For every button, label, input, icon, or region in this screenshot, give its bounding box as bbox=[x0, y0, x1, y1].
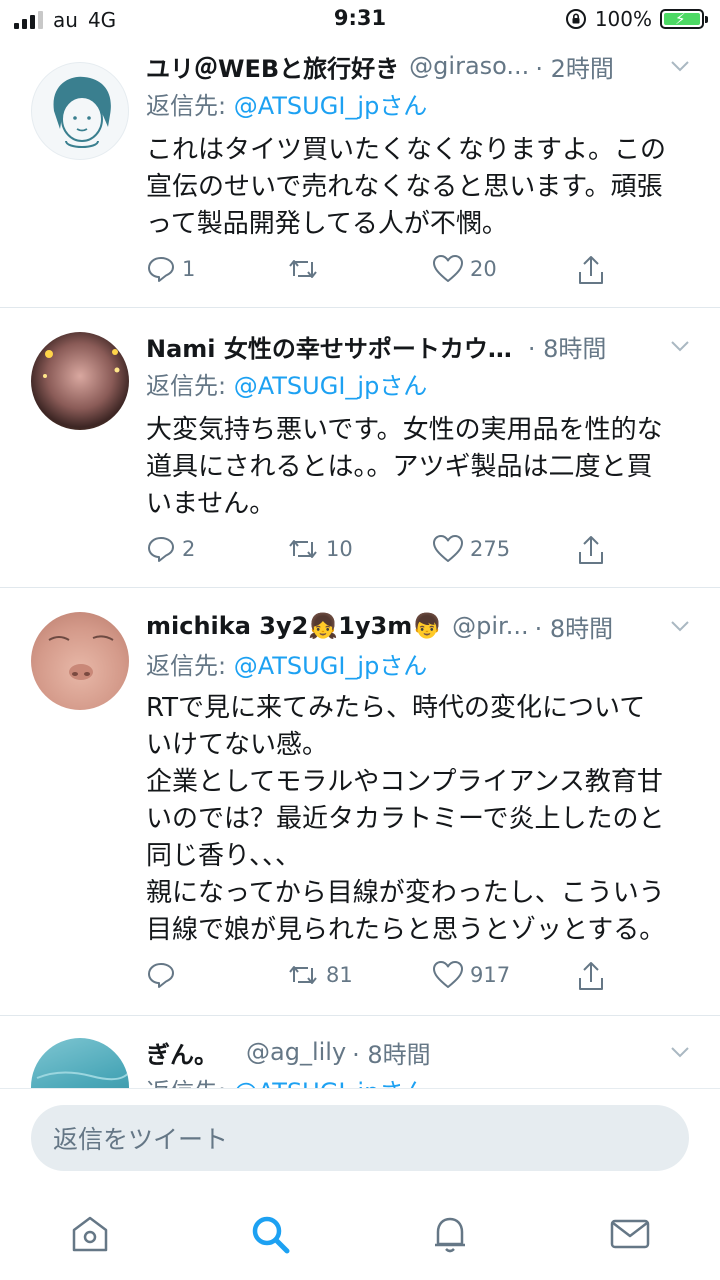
reply-button[interactable]: 2 bbox=[146, 534, 195, 564]
mention-link[interactable]: @ATSUGI_jpさん bbox=[234, 1078, 428, 1088]
reply-prefix: 返信先: bbox=[146, 1078, 234, 1088]
retweet-icon bbox=[289, 260, 317, 278]
mention-link[interactable]: @ATSUGI_jpさん bbox=[234, 652, 428, 680]
timestamp: · 8時間 bbox=[534, 614, 614, 643]
retweet-button[interactable]: 81 bbox=[286, 960, 353, 990]
avatar[interactable] bbox=[31, 612, 129, 710]
timestamp: · 8時間 bbox=[352, 1040, 431, 1069]
heart-icon bbox=[433, 535, 463, 562]
like-count: 20 bbox=[470, 257, 497, 281]
reply-count: 2 bbox=[182, 537, 196, 561]
user-handle[interactable]: @giraso... bbox=[409, 52, 529, 80]
reply-icon bbox=[148, 963, 174, 988]
notifications-icon[interactable] bbox=[426, 1210, 474, 1258]
reply-context: 返信先: @ATSUGI_jpさん bbox=[146, 646, 427, 681]
reply-icon bbox=[148, 537, 174, 562]
retweet-count: 10 bbox=[326, 537, 353, 561]
avatar[interactable] bbox=[31, 332, 129, 430]
share-icon bbox=[579, 536, 603, 564]
tweet-header: ぎん。 @ag_lily · 8時間 bbox=[146, 1034, 692, 1070]
share-icon bbox=[579, 962, 603, 990]
like-count: 917 bbox=[470, 963, 511, 987]
tweet-header: michika 3y2👧1y3m👦 @pir... · 8時間 bbox=[146, 608, 692, 644]
reply-feed[interactable]: ユリ＠WEBと旅行好き @giraso... · 2時間 返信先: @ATSUG… bbox=[0, 40, 720, 1088]
reply-placeholder: 返信をツイート bbox=[53, 1125, 229, 1154]
like-count: 275 bbox=[470, 537, 511, 561]
tab-bar bbox=[0, 1188, 720, 1280]
reply-context: 返信先: @ATSUGI_jpさん bbox=[146, 86, 427, 121]
reply-icon bbox=[148, 257, 174, 282]
battery-percent: 100% bbox=[594, 7, 652, 31]
retweet-count: 81 bbox=[326, 963, 353, 987]
like-button[interactable]: 917 bbox=[432, 960, 510, 990]
user-handle[interactable]: @pir... bbox=[452, 612, 528, 640]
reply-button[interactable]: 1 bbox=[146, 254, 195, 284]
orientation-lock-icon bbox=[565, 9, 586, 29]
display-name[interactable]: ぎん。 bbox=[146, 1035, 218, 1070]
tweet-actions: 1 20 bbox=[146, 254, 616, 290]
reply-composer: 返信をツイート bbox=[0, 1088, 720, 1189]
retweet-button[interactable] bbox=[286, 254, 326, 284]
tweet-text: RTで見に来てみたら、時代の変化について いけてない感。 企業としてモラルやコン… bbox=[146, 693, 666, 945]
chevron-down-icon[interactable] bbox=[668, 1040, 692, 1064]
home-icon[interactable] bbox=[66, 1210, 114, 1258]
share-button[interactable] bbox=[576, 254, 606, 286]
battery-icon: ⚡ bbox=[660, 9, 708, 29]
reply-button[interactable] bbox=[146, 960, 182, 990]
retweet-icon bbox=[289, 540, 317, 558]
tweet[interactable]: ぎん。 @ag_lily · 8時間 返信先: @ATSUGI_jpさん bbox=[0, 1016, 720, 1088]
display-name[interactable]: ユリ＠WEBと旅行好き bbox=[146, 49, 399, 84]
avatar[interactable] bbox=[31, 62, 129, 160]
tweet-header: ユリ＠WEBと旅行好き @giraso... · 2時間 bbox=[146, 48, 692, 84]
tweet-actions: 81 917 bbox=[146, 960, 616, 996]
search-icon[interactable] bbox=[246, 1210, 294, 1258]
reply-input[interactable]: 返信をツイート bbox=[31, 1105, 689, 1171]
mention-link[interactable]: @ATSUGI_jpさん bbox=[234, 372, 428, 400]
tweet[interactable]: michika 3y2👧1y3m👦 @pir... · 8時間 返信先: @AT… bbox=[0, 588, 720, 1016]
reply-context: 返信先: @ATSUGI_jpさん bbox=[146, 366, 427, 401]
retweet-button[interactable]: 10 bbox=[286, 534, 353, 564]
messages-icon[interactable] bbox=[606, 1210, 654, 1258]
reply-prefix: 返信先: bbox=[146, 652, 234, 680]
avatar[interactable] bbox=[31, 1038, 129, 1088]
tweet[interactable]: ユリ＠WEBと旅行好き @giraso... · 2時間 返信先: @ATSUG… bbox=[0, 40, 720, 308]
timestamp: · 2時間 bbox=[535, 54, 614, 83]
chevron-down-icon[interactable] bbox=[668, 54, 692, 78]
display-name[interactable]: Nami 女性の幸せサポートカウ… bbox=[146, 329, 512, 364]
tweet-header: Nami 女性の幸せサポートカウ… · 8時間 bbox=[146, 328, 692, 364]
tweet-text: 大変気持ち悪いです。女性の実用品を性的な 道具にされるとは。。アツギ製品は二度と… bbox=[146, 415, 663, 519]
display-name[interactable]: michika 3y2👧1y3m👦 bbox=[146, 612, 442, 640]
like-button[interactable]: 20 bbox=[432, 254, 497, 284]
heart-icon bbox=[433, 255, 463, 282]
reply-prefix: 返信先: bbox=[146, 92, 234, 120]
tweet-text: これはタイツ買いたくなくなりますよ。この 宣伝のせいで売れなくなると思います。頑… bbox=[146, 135, 667, 239]
chevron-down-icon[interactable] bbox=[668, 334, 692, 358]
share-button[interactable] bbox=[576, 960, 606, 992]
reply-count: 1 bbox=[182, 257, 196, 281]
reply-prefix: 返信先: bbox=[146, 372, 234, 400]
like-button[interactable]: 275 bbox=[432, 534, 510, 564]
share-button[interactable] bbox=[576, 534, 606, 566]
status-bar: au 4G 9:31 100% ⚡ bbox=[0, 0, 720, 40]
tweet[interactable]: Nami 女性の幸せサポートカウ… · 8時間 返信先: @ATSUGI_jpさ… bbox=[0, 308, 720, 588]
reply-context: 返信先: @ATSUGI_jpさん bbox=[146, 1072, 427, 1088]
timestamp: · 8時間 bbox=[527, 334, 607, 363]
battery-info: 100% ⚡ bbox=[565, 7, 708, 31]
heart-icon bbox=[433, 961, 463, 988]
share-icon bbox=[579, 256, 603, 284]
retweet-icon bbox=[289, 966, 317, 984]
tweet-actions: 2 10 275 bbox=[146, 534, 616, 570]
user-handle[interactable]: @ag_lily bbox=[246, 1038, 346, 1066]
mention-link[interactable]: @ATSUGI_jpさん bbox=[234, 92, 428, 120]
chevron-down-icon[interactable] bbox=[668, 614, 692, 638]
